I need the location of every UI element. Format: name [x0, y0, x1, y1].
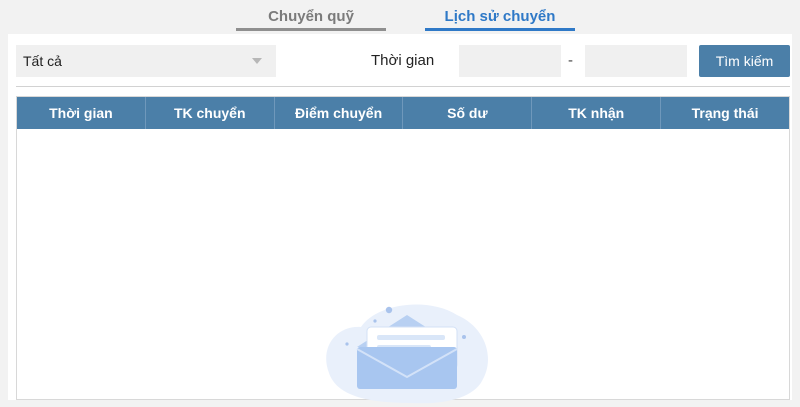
column-header-source-account: TK chuyển: [146, 97, 275, 129]
column-header-balance: Số dư: [403, 97, 533, 129]
history-table: Thời gian TK chuyển Điểm chuyển Số dư TK…: [16, 96, 790, 404]
date-range-separator: -: [568, 52, 573, 69]
tab-transfer-history[interactable]: Lịch sử chuyển: [425, 6, 575, 31]
history-panel: Tất cả Thời gian - Tìm kiếm Thời gian TK…: [8, 34, 792, 404]
search-button[interactable]: Tìm kiếm: [699, 45, 790, 77]
column-header-time: Thời gian: [17, 97, 146, 129]
empty-mail-icon: [326, 304, 488, 404]
column-header-status: Trạng thái: [691, 105, 759, 121]
tab-bar: Chuyển quỹ Lịch sử chuyển: [0, 0, 800, 34]
column-header-transfer-points: Điểm chuyển: [275, 97, 404, 129]
status-select[interactable]: Tất cả: [16, 45, 276, 77]
filter-divider: [16, 86, 790, 87]
status-select-value: Tất cả: [23, 53, 62, 69]
time-label: Thời gian: [371, 52, 435, 69]
date-from-input[interactable]: [459, 45, 561, 77]
date-to-input[interactable]: [585, 45, 687, 77]
tab-transfer-funds[interactable]: Chuyển quỹ: [236, 6, 386, 31]
table-header: Thời gian TK chuyển Điểm chuyển Số dư TK…: [17, 97, 789, 129]
chevron-down-icon: [252, 58, 262, 64]
column-header-receiving-account: TK nhận: [532, 97, 662, 129]
